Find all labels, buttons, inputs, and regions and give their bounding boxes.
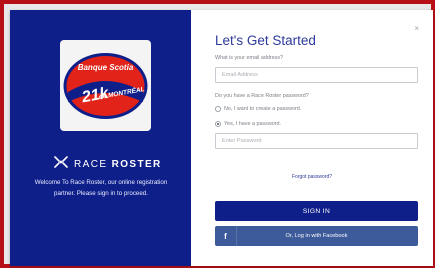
welcome-message: Welcome To Race Roster, our online regis… (34, 179, 168, 197)
dialog-title: Let's Get Started (215, 33, 316, 48)
brand-name-roster: ROSTER (111, 158, 162, 170)
event-logo: Banque Scotia 21k de MONTRÉAL (60, 40, 151, 131)
radio-have-password[interactable]: Yes, I have a password. (215, 121, 281, 127)
brand-panel: Banque Scotia 21k de MONTRÉAL RACE ROSTE… (10, 10, 191, 266)
radio-button-checked[interactable] (215, 121, 221, 127)
event-logo-sponsor: Banque Scotia (78, 63, 134, 72)
password-question: Do you have a Race Roster password? (215, 93, 309, 99)
email-question: What is your email address? (215, 55, 284, 61)
brand-name-race: RACE (74, 158, 108, 170)
sign-in-button[interactable]: SIGN IN (215, 201, 418, 221)
sign-in-modal: Banque Scotia 21k de MONTRÉAL RACE ROSTE… (10, 10, 433, 266)
facebook-login-button[interactable]: f Or, Log in with Facebook (215, 226, 418, 246)
radio-button[interactable] (215, 106, 221, 112)
close-icon[interactable]: × (414, 24, 419, 33)
email-field[interactable] (215, 67, 418, 83)
event-logo-graphic: Banque Scotia 21k de MONTRÉAL (60, 40, 151, 131)
password-field[interactable] (215, 133, 418, 149)
brand-name: RACE ROSTER (74, 159, 162, 170)
radio-label: No, I want to create a password. (224, 106, 302, 112)
race-roster-brand: RACE ROSTER (54, 155, 162, 173)
radio-create-password[interactable]: No, I want to create a password. (215, 106, 301, 112)
sign-in-form-panel: × Let's Get Started What is your email a… (191, 10, 433, 266)
facebook-icon: f (215, 226, 237, 246)
screenshot-frame: Banque Scotia 21k de MONTRÉAL RACE ROSTE… (0, 0, 435, 268)
race-roster-logo-icon (54, 155, 68, 173)
facebook-login-label: Or, Log in with Facebook (285, 233, 348, 239)
radio-label: Yes, I have a password. (224, 121, 282, 127)
forgot-password-link[interactable]: Forgot password? (292, 174, 332, 180)
